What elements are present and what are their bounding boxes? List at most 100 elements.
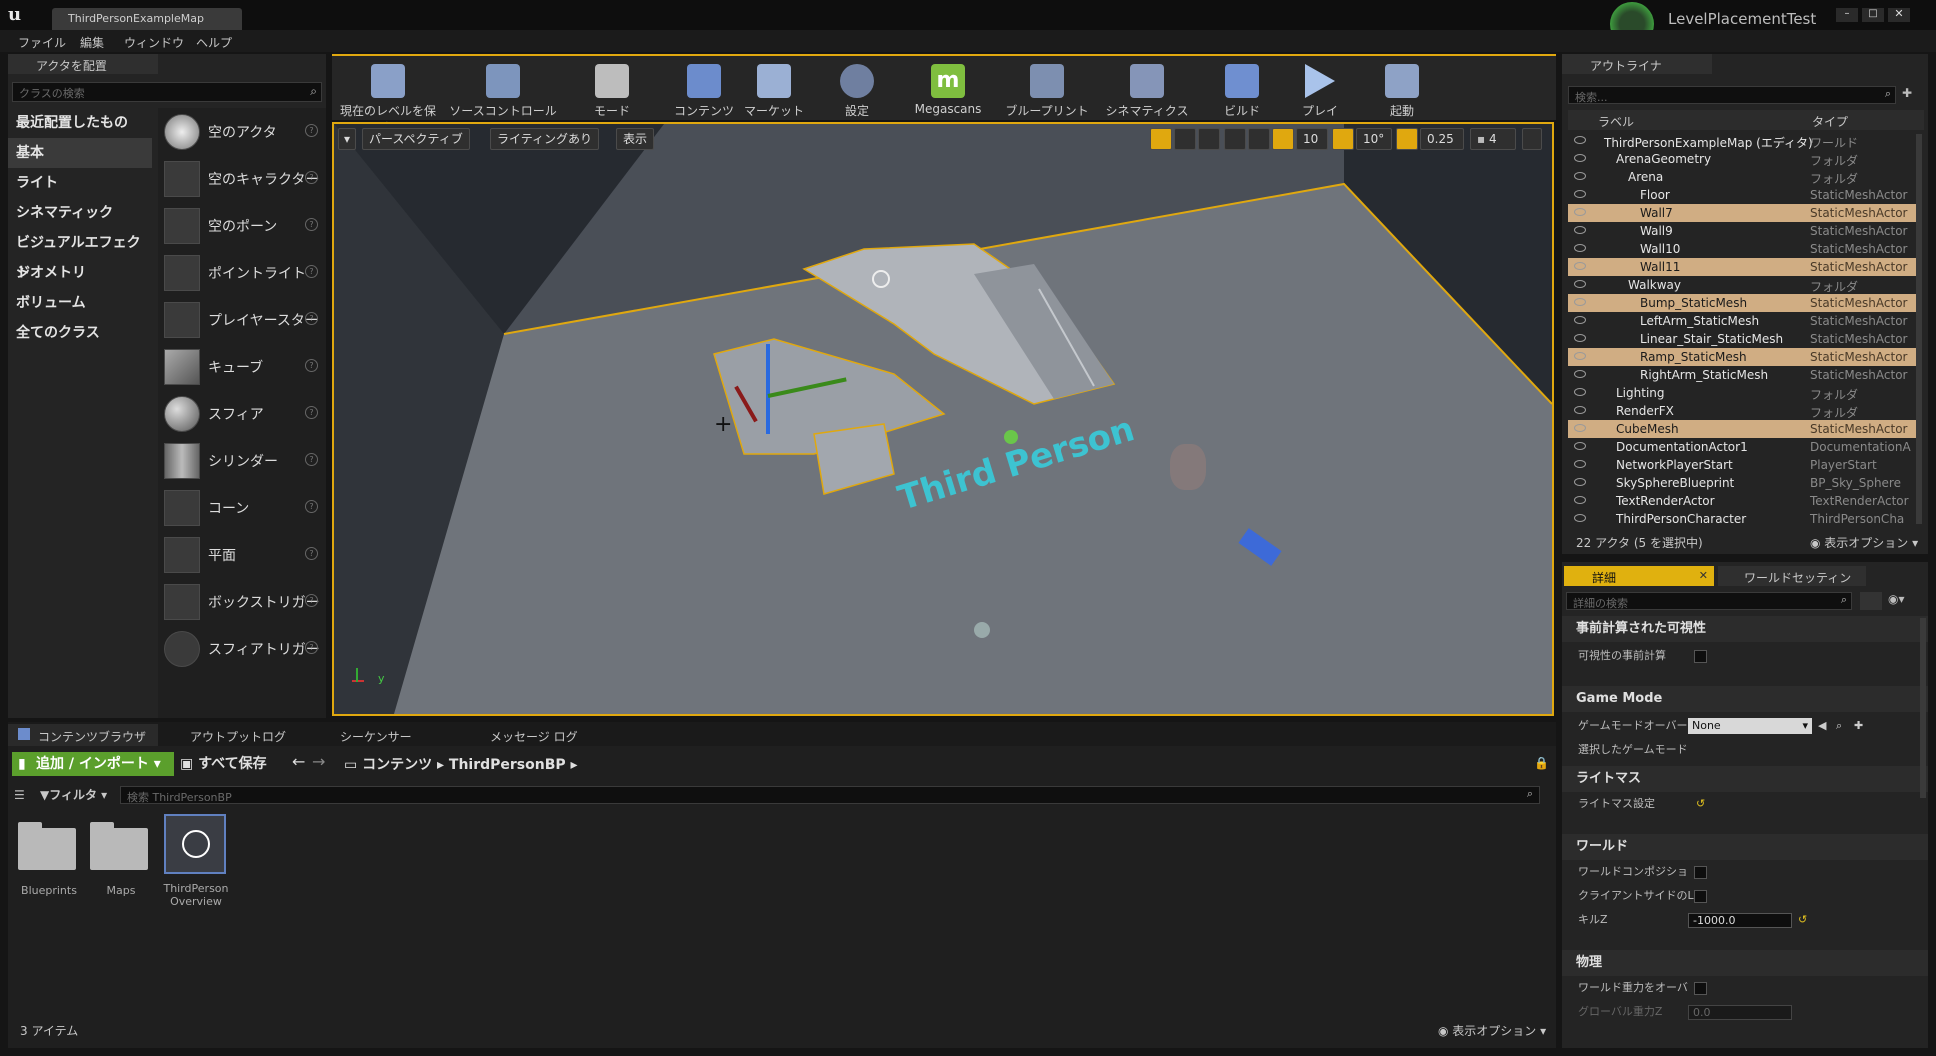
- section-game-mode[interactable]: Game Mode: [1562, 686, 1928, 712]
- kill-z-input[interactable]: -1000.0: [1688, 913, 1792, 928]
- visibility-eye-icon[interactable]: [1574, 316, 1586, 324]
- place-item-sphere-trigger[interactable]: スフィアトリガー?: [158, 625, 326, 672]
- toolbar-save-level[interactable]: 現在のレベルを保存: [336, 58, 440, 135]
- toolbar-build[interactable]: ビルド: [1212, 58, 1272, 122]
- menu-help[interactable]: ヘルプ: [196, 34, 232, 51]
- visibility-eye-icon[interactable]: [1574, 514, 1586, 522]
- close-icon[interactable]: ✕: [1699, 569, 1708, 582]
- tab-message-log[interactable]: メッセージ ログ: [468, 724, 608, 746]
- toolbar-play[interactable]: プレイ: [1290, 58, 1350, 122]
- viewport-options-button[interactable]: ▾: [338, 128, 356, 150]
- visibility-eye-icon[interactable]: [1574, 262, 1586, 270]
- lighting-mode-button[interactable]: ライティングあり: [490, 128, 600, 150]
- tab-content-browser[interactable]: コンテンツブラウザ: [8, 724, 158, 746]
- scale-snap-value[interactable]: 0.25: [1420, 128, 1464, 150]
- client-side-checkbox[interactable]: [1694, 890, 1707, 903]
- grid-view-icon[interactable]: [1860, 592, 1882, 610]
- selected-game-mode-row[interactable]: 選択したゲームモード: [1562, 738, 1928, 762]
- visibility-eye-icon[interactable]: [1574, 388, 1586, 396]
- class-search-input[interactable]: クラスの検索 ⌕: [12, 82, 322, 102]
- outliner-row[interactable]: Ramp_StaticMesh StaticMeshActor: [1568, 348, 1916, 366]
- search-icon[interactable]: ⌕: [1841, 593, 1847, 607]
- world-settings-tab[interactable]: ワールドセッティン: [1718, 566, 1866, 586]
- use-selected-icon[interactable]: ◀: [1818, 714, 1826, 738]
- browse-icon[interactable]: ⌕: [1836, 714, 1842, 738]
- category-recent[interactable]: 最近配置したもの: [8, 108, 152, 138]
- outliner-row[interactable]: Wall10 StaticMeshActor: [1568, 240, 1916, 258]
- outliner-row[interactable]: Wall9 StaticMeshActor: [1568, 222, 1916, 240]
- visibility-eye-icon[interactable]: [1574, 496, 1586, 504]
- grid-snap-icon[interactable]: [1272, 128, 1294, 150]
- rotation-snap-value[interactable]: 10°: [1356, 128, 1392, 150]
- breadcrumb-thirdpersonbp[interactable]: ThirdPersonBP: [449, 757, 566, 773]
- scale-snap-icon[interactable]: [1396, 128, 1418, 150]
- close-button[interactable]: ✕: [1888, 8, 1910, 22]
- toolbar-blueprints[interactable]: ブループリント: [1002, 58, 1092, 122]
- place-item-plane[interactable]: 平面?: [158, 531, 326, 578]
- outliner-row[interactable]: TextRenderActor TextRenderActor: [1568, 492, 1916, 510]
- category-basic[interactable]: 基本: [8, 138, 152, 168]
- level-viewport[interactable]: ▾ パースペクティブ ライティングあり 表示 10 10° 0.25 ▪ 4 T…: [332, 122, 1554, 716]
- search-icon[interactable]: ⌕: [1885, 87, 1891, 101]
- toolbar-cinematics[interactable]: シネマティクス: [1102, 58, 1192, 122]
- menu-window[interactable]: ウィンドウ: [124, 34, 184, 51]
- tab-output-log[interactable]: アウトプットログ: [168, 724, 318, 746]
- place-item-cone[interactable]: コーン?: [158, 484, 326, 531]
- outliner-row[interactable]: Wall7 StaticMeshActor: [1568, 204, 1916, 222]
- camera-speed-button[interactable]: ▪ 4: [1470, 128, 1516, 150]
- reset-icon[interactable]: ↺: [1798, 908, 1807, 932]
- asset-tile-maps[interactable]: Maps: [90, 818, 152, 908]
- asset-tile-blueprints[interactable]: Blueprints: [18, 818, 80, 908]
- document-tab[interactable]: ThirdPersonExampleMap: [52, 8, 242, 30]
- toolbar-source-control[interactable]: ソースコントロール: [448, 58, 558, 122]
- search-icon[interactable]: ⌕: [1527, 787, 1533, 801]
- override-gravity-checkbox[interactable]: [1694, 982, 1707, 995]
- help-icon[interactable]: ?: [305, 594, 318, 607]
- help-icon[interactable]: ?: [305, 171, 318, 184]
- help-icon[interactable]: ?: [305, 218, 318, 231]
- visibility-eye-icon[interactable]: [1574, 280, 1586, 288]
- section-world[interactable]: ワールド: [1562, 834, 1928, 860]
- visibility-eye-icon[interactable]: [1574, 136, 1586, 144]
- visibility-eye-icon[interactable]: [1574, 424, 1586, 432]
- place-item-player-start[interactable]: プレイヤースター?: [158, 296, 326, 343]
- outliner-row[interactable]: Wall11 StaticMeshActor: [1568, 258, 1916, 276]
- outliner-tab[interactable]: アウトライナ: [1562, 54, 1712, 74]
- lock-icon[interactable]: 🔒: [1534, 756, 1549, 770]
- help-icon[interactable]: ?: [305, 453, 318, 466]
- translate-tool-icon[interactable]: [1150, 128, 1172, 150]
- place-item-empty-actor[interactable]: 空のアクタ?: [158, 108, 326, 155]
- outliner-row[interactable]: SkySphereBlueprint BP_Sky_Sphere: [1568, 474, 1916, 492]
- toolbar-marketplace[interactable]: マーケット: [744, 58, 804, 122]
- category-all-classes[interactable]: 全てのクラス: [8, 318, 152, 348]
- visibility-eye-icon[interactable]: [1574, 406, 1586, 414]
- asset-tile-thirdperson-overview[interactable]: ThirdPerson Overview: [162, 814, 230, 914]
- sky-sphere-icon[interactable]: [1004, 430, 1018, 444]
- outliner-add-icon[interactable]: ✚: [1902, 86, 1920, 104]
- category-cinematic[interactable]: シネマティック: [8, 198, 152, 228]
- place-item-sphere[interactable]: スフィア?: [158, 390, 326, 437]
- breadcrumb-content[interactable]: コンテンツ: [362, 757, 432, 773]
- outliner-row[interactable]: NetworkPlayerStart PlayerStart: [1568, 456, 1916, 474]
- place-item-point-light[interactable]: ポイントライト?: [158, 249, 326, 296]
- minimize-button[interactable]: –: [1836, 8, 1858, 22]
- sun-light-icon[interactable]: [872, 270, 890, 288]
- scale-tool-icon[interactable]: [1198, 128, 1220, 150]
- place-item-box-trigger[interactable]: ボックストリガー?: [158, 578, 326, 625]
- maximize-viewport-icon[interactable]: [1522, 128, 1542, 150]
- outliner-row[interactable]: DocumentationActor1 DocumentationA: [1568, 438, 1916, 456]
- visibility-eye-icon[interactable]: [1574, 442, 1586, 450]
- details-tab[interactable]: 詳細 ✕: [1564, 566, 1714, 586]
- visibility-eye-icon[interactable]: [1574, 478, 1586, 486]
- eye-filter-icon[interactable]: ◉▾: [1888, 592, 1918, 610]
- sources-toggle-icon[interactable]: ☰: [14, 788, 25, 802]
- add-icon[interactable]: ✚: [1854, 714, 1863, 738]
- help-icon[interactable]: ?: [305, 641, 318, 654]
- visibility-eye-icon[interactable]: [1574, 370, 1586, 378]
- toolbar-settings[interactable]: 設定: [832, 58, 882, 122]
- section-precomputed-visibility[interactable]: 事前計算された可視性: [1562, 616, 1928, 642]
- category-lights[interactable]: ライト: [8, 168, 152, 198]
- toolbar-megascans[interactable]: m Megascans: [908, 58, 988, 122]
- forward-button[interactable]: →: [312, 752, 325, 771]
- network-player-start-icon[interactable]: [974, 622, 990, 638]
